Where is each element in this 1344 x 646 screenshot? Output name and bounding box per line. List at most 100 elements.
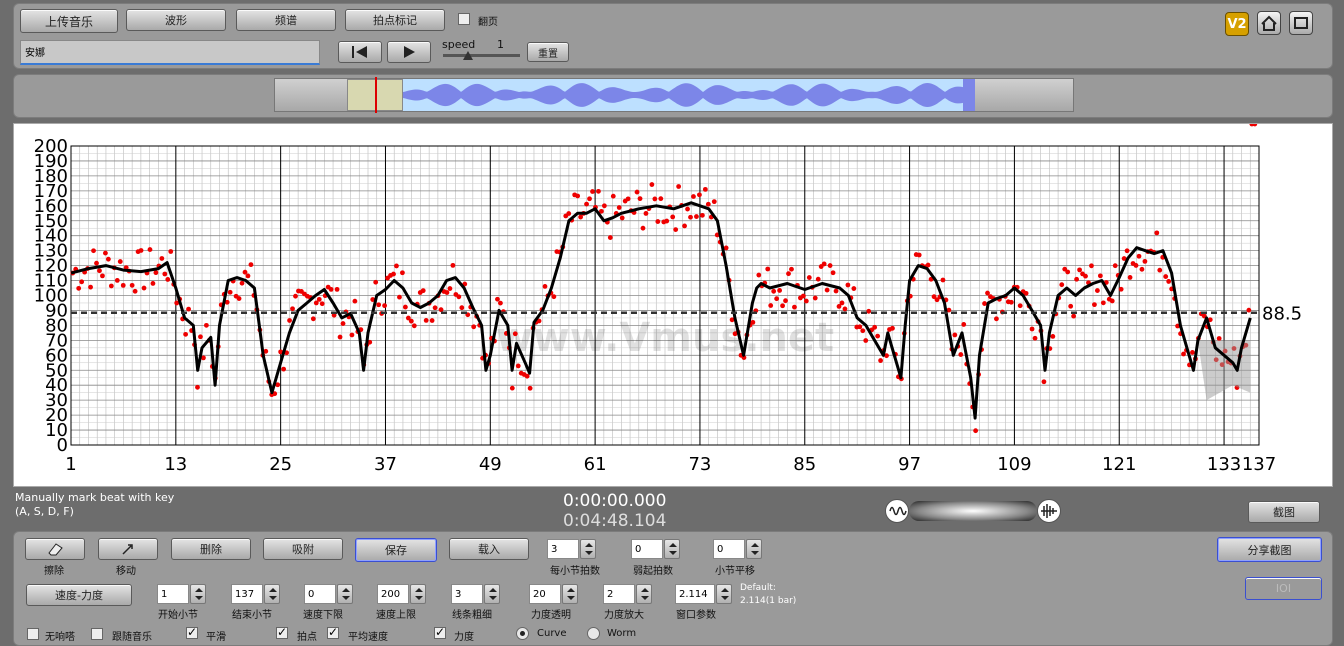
bar-shift-stepper[interactable] (746, 539, 762, 559)
beat-point (1041, 379, 1047, 385)
screenshot-button[interactable]: 截图 (1248, 501, 1320, 523)
dyn-transparency-input[interactable]: 20 (529, 584, 561, 604)
tempo-high-input[interactable]: 200 (377, 584, 409, 604)
smooth-checkbox[interactable] (186, 625, 198, 639)
no-metronome-checkbox[interactable] (27, 628, 39, 640)
avg-tempo-label: 88.5 (1262, 304, 1302, 325)
beats-per-bar-input[interactable]: 3 (547, 539, 579, 559)
start-bar-input[interactable]: 1 (157, 584, 189, 604)
beat-point (1252, 121, 1258, 127)
playhead[interactable] (375, 77, 377, 113)
home-icon[interactable] (1257, 11, 1281, 35)
beat-point (495, 296, 500, 302)
beats-per-bar-stepper[interactable] (580, 539, 596, 559)
share-screenshot-button[interactable]: 分享截图 (1217, 537, 1322, 562)
hint-line1: Manually mark beat with key (15, 491, 175, 504)
waveform-overview[interactable] (274, 77, 1074, 113)
play-button[interactable] (387, 41, 431, 63)
beat-point (845, 282, 851, 288)
selection-end-handle[interactable] (963, 79, 975, 111)
beat-point (281, 366, 287, 372)
beat-point (551, 294, 557, 300)
waveform-button[interactable]: 波形 (126, 9, 226, 31)
speed-slider[interactable] (443, 54, 520, 57)
curve-radio[interactable] (516, 627, 529, 640)
beat-point (1068, 303, 1074, 309)
beat-point (783, 298, 788, 304)
beat-point (186, 306, 191, 312)
avg-tempo-checkbox[interactable] (327, 625, 339, 639)
beat-point (833, 288, 839, 294)
beat-point (498, 300, 503, 306)
beat-point (860, 328, 866, 334)
speed-label: speed (442, 38, 476, 51)
save-button[interactable]: 保存 (355, 538, 437, 562)
dyn-zoom-stepper[interactable] (636, 584, 652, 604)
beat-point (153, 270, 159, 276)
window-param-stepper[interactable] (716, 584, 732, 604)
volume-slider[interactable] (885, 499, 1061, 523)
beat-point (1029, 326, 1035, 332)
delete-button[interactable]: 删除 (171, 538, 251, 560)
beat-point (925, 262, 931, 268)
tempo-low-input[interactable]: 0 (304, 584, 336, 604)
speed-slider-thumb[interactable] (463, 51, 473, 60)
ioi-button[interactable]: IOI (1245, 577, 1322, 600)
dynamics-checkbox[interactable] (434, 625, 446, 639)
beat-point (1071, 313, 1077, 319)
load-button[interactable]: 载入 (449, 538, 529, 560)
upload-music-button[interactable]: 上传音乐 (20, 9, 118, 33)
v2-icon[interactable]: V2 (1225, 12, 1249, 36)
dyn-transparency-label: 力度透明 (531, 610, 571, 621)
beat-point (691, 194, 696, 199)
x-tick-label: 137 (1242, 454, 1276, 475)
beat-point (447, 286, 453, 291)
erase-button[interactable] (25, 538, 85, 560)
beat-point (1163, 274, 1169, 279)
tempo-high-stepper[interactable] (410, 584, 426, 604)
dyn-transparency-stepper[interactable] (562, 584, 578, 604)
beat-point (1017, 303, 1023, 309)
end-bar-stepper[interactable] (264, 584, 280, 604)
beat-point (349, 332, 355, 338)
beat-point (1074, 276, 1080, 282)
worm-radio[interactable] (587, 627, 600, 640)
prev-button[interactable] (338, 41, 382, 63)
line-width-input[interactable]: 3 (451, 584, 483, 604)
fullscreen-icon[interactable] (1289, 11, 1313, 35)
page-flip-label: 翻页 (478, 17, 498, 28)
page-flip-checkbox[interactable] (458, 13, 470, 25)
beat-point (114, 277, 120, 283)
reset-button[interactable]: 重置 (527, 42, 569, 62)
pickup-input[interactable]: 0 (631, 539, 663, 559)
line-width-stepper[interactable] (484, 584, 500, 604)
pickup-stepper[interactable] (664, 539, 680, 559)
move-button[interactable] (98, 538, 158, 560)
volume-track[interactable] (909, 501, 1037, 521)
dyn-zoom-input[interactable]: 2 (603, 584, 635, 604)
spectrum-button[interactable]: 频谱 (236, 9, 336, 31)
beat-point (587, 196, 592, 202)
tempo-chart[interactable]: 2001901801701601501401301201101009080706… (14, 121, 1334, 488)
beat-point (958, 352, 964, 357)
beats-checkbox[interactable] (276, 625, 288, 639)
beat-point (640, 225, 646, 231)
start-bar-stepper[interactable] (190, 584, 206, 604)
beat-point (596, 188, 601, 194)
tempo-dynamics-button[interactable]: 速度-力度 (26, 584, 132, 606)
beat-point (866, 308, 872, 314)
bar-shift-input[interactable]: 0 (713, 539, 745, 559)
window-param-input[interactable]: 2.114 (675, 584, 715, 604)
snap-button[interactable]: 吸附 (263, 538, 343, 560)
beat-mark-button[interactable]: 拍点标记 (345, 9, 445, 31)
song-title-field[interactable]: 安娜 (20, 40, 320, 65)
end-bar-input[interactable]: 137 (231, 584, 263, 604)
beat-point (132, 288, 138, 294)
tempo-low-stepper[interactable] (337, 584, 353, 604)
beat-point (432, 305, 438, 311)
follow-music-checkbox[interactable] (91, 628, 103, 640)
beats-label: 拍点 (297, 632, 317, 643)
beat-point (863, 338, 869, 343)
beat-point (1181, 351, 1186, 357)
x-tick-label: 121 (1102, 454, 1136, 475)
